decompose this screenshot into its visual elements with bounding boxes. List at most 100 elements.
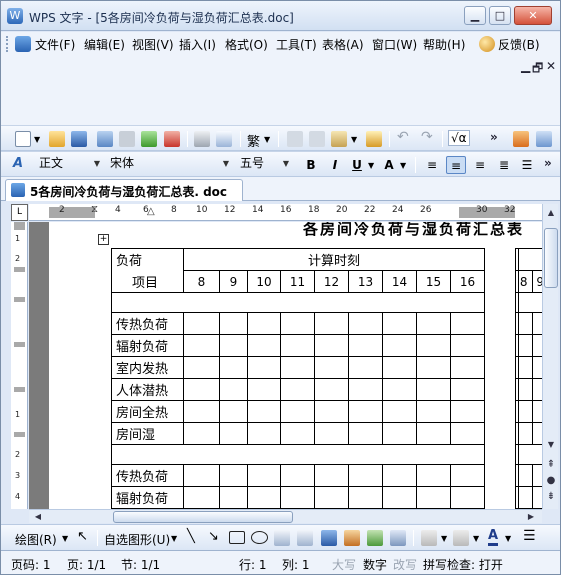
status-num[interactable]: 数字 xyxy=(363,556,387,573)
task-pane-icon[interactable] xyxy=(513,131,529,147)
styles-icon[interactable]: A xyxy=(13,156,23,171)
hour-cell[interactable]: 14 xyxy=(382,270,417,293)
horizontal-scrollbar[interactable]: ◀ ▶ xyxy=(29,509,542,523)
menu-grip-icon[interactable] xyxy=(6,36,9,52)
cut-icon[interactable] xyxy=(309,131,325,147)
table-spacer-row[interactable] xyxy=(111,444,485,465)
table-header-time[interactable]: 计算时刻 xyxy=(183,248,485,271)
export-pdf-icon[interactable] xyxy=(164,131,180,147)
table-row[interactable]: 辐射负荷 xyxy=(111,486,519,509)
table-row[interactable]: 人体潜热 xyxy=(111,378,519,401)
rectangle-icon[interactable] xyxy=(229,531,245,544)
previous-page-icon[interactable]: ⇞ xyxy=(544,458,558,472)
formula-button[interactable]: √α xyxy=(448,130,470,146)
font-size-select[interactable]: 五号 ▼ xyxy=(234,155,292,174)
table-move-handle-icon[interactable]: + xyxy=(98,234,109,245)
menu-window[interactable]: 窗口(W) xyxy=(372,36,417,53)
align-left-icon[interactable]: ≡ xyxy=(422,156,442,174)
vertical-scroll-thumb[interactable] xyxy=(544,228,558,288)
document-page[interactable]: 各房间冷负荷与湿负荷汇总表 + 负荷 计算时刻 项目 8 9 10 11 12 … xyxy=(49,222,542,509)
row-label[interactable]: 室内发热 xyxy=(111,356,184,379)
title-bar[interactable]: W WPS 文字 - [5各房间冷负荷与湿负荷汇总表.doc] ▁ □ ✕ xyxy=(1,1,560,31)
hour-cell[interactable]: 13 xyxy=(348,270,383,293)
document-menu-icon[interactable] xyxy=(15,36,31,52)
table-header-load[interactable]: 负荷 xyxy=(111,248,184,271)
vertical-text-box-icon[interactable] xyxy=(297,530,313,546)
tab-stop-selector[interactable]: L xyxy=(11,204,28,221)
font-color-dropdown-arrow-icon[interactable]: ▼ xyxy=(505,534,511,543)
table-spacer-row[interactable] xyxy=(515,292,542,313)
justify-icon[interactable]: ≣ xyxy=(494,156,514,174)
print-preview-icon[interactable] xyxy=(216,131,232,147)
text-box-icon[interactable] xyxy=(274,530,290,546)
document-area[interactable]: 各房间冷负荷与湿负荷汇总表 + 负荷 计算时刻 项目 8 9 10 11 12 … xyxy=(29,222,542,509)
line-style-icon[interactable]: ☰ xyxy=(523,528,536,544)
align-right-icon[interactable]: ≡ xyxy=(470,156,490,174)
menu-file[interactable]: 文件(F) xyxy=(35,36,75,53)
scroll-down-icon[interactable]: ▼ xyxy=(544,438,558,452)
underline-button[interactable]: U xyxy=(347,156,367,174)
reading-layout-icon[interactable] xyxy=(536,131,552,147)
print-icon[interactable] xyxy=(194,131,210,147)
traditional-dropdown-arrow-icon[interactable]: ▼ xyxy=(264,135,270,144)
hour-cell[interactable]: 9 xyxy=(219,270,248,293)
row-label[interactable]: 房间全热 xyxy=(111,400,184,423)
menu-insert[interactable]: 插入(I) xyxy=(179,36,216,53)
hour-cell[interactable]: 8 xyxy=(183,270,220,293)
hour-cell[interactable]: 8 xyxy=(515,270,533,293)
row-label[interactable]: 辐射负荷 xyxy=(111,486,184,509)
table-row[interactable]: 传热负荷 xyxy=(111,312,519,335)
arrow-icon[interactable]: ↘ xyxy=(208,529,219,544)
minimize-button[interactable]: ▁ xyxy=(464,6,486,25)
maximize-button[interactable]: □ xyxy=(489,6,511,25)
save-icon[interactable] xyxy=(71,131,87,147)
save-all-icon[interactable] xyxy=(97,131,113,147)
indent-marker-icon[interactable]: ⧖ xyxy=(91,204,98,215)
style-select[interactable]: 正文 ▼ xyxy=(33,155,103,174)
line-icon[interactable]: ╲ xyxy=(187,529,195,544)
autoshapes-button[interactable]: 自选图形(U) xyxy=(104,531,170,548)
menu-format[interactable]: 格式(O) xyxy=(225,36,268,53)
hour-cell[interactable]: 16 xyxy=(450,270,485,293)
vertical-scrollbar[interactable]: ▲ ▼ ⇞ ● ⇟ xyxy=(542,204,558,509)
line-color-icon[interactable] xyxy=(453,530,469,546)
menu-tools[interactable]: 工具(T) xyxy=(276,36,317,53)
table2-cell[interactable] xyxy=(515,248,532,271)
row-label[interactable]: 人体潜热 xyxy=(111,378,184,401)
line-color-dropdown-arrow-icon[interactable]: ▼ xyxy=(473,534,479,543)
paste-dropdown-arrow-icon[interactable]: ▼ xyxy=(351,135,357,144)
menu-feedback[interactable]: 反馈(B) xyxy=(498,36,540,53)
wps-app-icon[interactable]: W xyxy=(7,8,23,24)
hour-cell[interactable]: 15 xyxy=(416,270,451,293)
doc-restore-button[interactable]: 🗗 xyxy=(532,59,543,80)
font-color-icon[interactable]: A xyxy=(488,528,499,546)
redo-icon[interactable]: ↷ xyxy=(421,129,433,145)
new-document-icon[interactable] xyxy=(15,131,31,147)
select-objects-icon[interactable]: ↖ xyxy=(77,529,88,544)
status-spell-check[interactable]: 拼写检查: 打开 xyxy=(423,556,503,573)
second-table[interactable]: 8 9 xyxy=(515,248,542,509)
format-toolbar-more-icon[interactable]: » xyxy=(544,156,552,170)
table-row[interactable]: 房间全热 xyxy=(111,400,519,423)
copy-icon[interactable] xyxy=(287,131,303,147)
fill-color-icon[interactable] xyxy=(421,530,437,546)
wordart-icon[interactable] xyxy=(321,530,337,546)
font-effects-dropdown-arrow-icon[interactable]: ▼ xyxy=(400,161,406,170)
table-row[interactable]: 传热负荷 xyxy=(111,464,519,487)
next-page-icon[interactable]: ⇟ xyxy=(544,490,558,504)
row-label[interactable]: 辐射负荷 xyxy=(111,334,184,357)
draw-dropdown-arrow-icon[interactable]: ▼ xyxy=(62,534,68,543)
paste-icon[interactable] xyxy=(331,131,347,147)
picture-icon[interactable] xyxy=(367,530,383,546)
table-row[interactable]: 室内发热 xyxy=(111,356,519,379)
scroll-right-icon[interactable]: ▶ xyxy=(524,510,538,524)
row-label[interactable]: 传热负荷 xyxy=(111,312,184,335)
menu-help[interactable]: 帮助(H) xyxy=(423,36,465,53)
hour-cell[interactable]: 11 xyxy=(280,270,315,293)
diagram-icon[interactable] xyxy=(390,530,406,546)
row-label[interactable]: 房间湿 xyxy=(111,422,184,445)
tab-marker-icon[interactable]: △ xyxy=(147,206,155,217)
send-mail-icon[interactable] xyxy=(141,131,157,147)
table2-cell[interactable] xyxy=(532,248,542,271)
table-row[interactable]: 辐射负荷 xyxy=(111,334,519,357)
